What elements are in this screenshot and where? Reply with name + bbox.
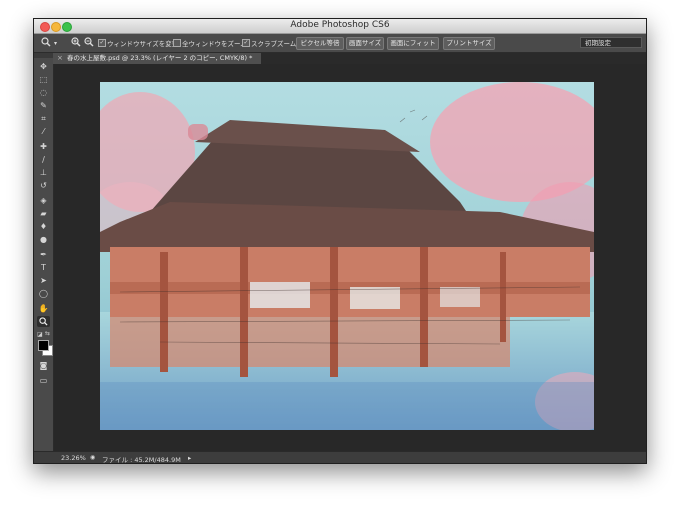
brush-icon[interactable]: ∕ [37,154,50,165]
document-tab-bar: × 春の水上屋敷.psd @ 23.3% (レイヤー 2 のコピー, CMYK/… [53,53,646,64]
options-bar: ▾ ✓ ウィンドウサイズを変更 全ウィンドウをズーム ✓ スクラブズーム ピクセ… [34,34,646,53]
tool-preset-chevron-down-icon[interactable]: ▾ [54,40,57,47]
window-title: Adobe Photoshop CS6 [290,20,390,30]
foreground-color-swatch[interactable] [38,340,49,351]
scrubby-zoom-checkbox[interactable]: ✓ [242,39,250,47]
zoom-in-icon[interactable] [71,37,81,50]
default-colors-icon[interactable]: ◪ [37,331,43,338]
document-tab[interactable]: × 春の水上屋敷.psd @ 23.3% (レイヤー 2 のコピー, CMYK/… [53,53,261,64]
zoom-all-checkbox[interactable] [173,39,181,47]
stamp-icon[interactable]: ⊥ [37,167,50,178]
file-info: ファイル : 45.2M/484.9M [102,456,181,464]
print-size-button[interactable]: プリントサイズ [443,37,495,50]
healing-icon[interactable]: ✚ [37,141,50,152]
lasso-icon[interactable]: ◌ [37,87,50,98]
workspace-switcher[interactable]: 初期設定 [580,37,642,48]
fit-screen-button[interactable]: 画面サイズ [346,37,384,50]
hand-icon[interactable]: ✋ [37,303,50,314]
blur-icon[interactable]: ♦ [37,221,50,232]
canvas-area[interactable] [54,64,646,451]
pen-icon[interactable]: ✒ [37,249,50,260]
tools-panel-grip[interactable] [34,53,53,58]
history-brush-icon[interactable]: ↺ [37,180,50,191]
move-icon[interactable]: ✥ [37,61,50,72]
eyedropper-icon[interactable]: ⁄ [37,126,50,137]
fill-screen-button[interactable]: 画面にフィット [387,37,439,50]
gradient-icon[interactable]: ▰ [37,208,50,219]
quick-select-icon[interactable]: ✎ [37,100,50,111]
zoom-out-icon[interactable] [84,37,94,50]
type-icon[interactable]: T [37,262,50,273]
path-select-icon[interactable]: ➤ [37,275,50,286]
dodge-icon[interactable]: ● [37,234,50,245]
title-bar: Adobe Photoshop CS6 [34,19,646,34]
swap-colors-icon[interactable]: ⇆ [45,330,50,337]
document-tab-title: 春の水上屋敷.psd @ 23.3% (レイヤー 2 のコピー, CMYK/8)… [67,54,253,62]
zoom-level[interactable]: 23.26% [61,454,86,462]
crop-icon[interactable]: ⌗ [37,113,50,124]
status-bar: 23.26% ◉ ファイル : 45.2M/484.9M ▸ [34,451,646,464]
status-info-icon[interactable]: ◉ [90,454,95,461]
scrubby-zoom-label: スクラブズーム [251,40,297,48]
photoshop-window: Adobe Photoshop CS6 ▾ ✓ ウィンドウサイズを変更 全ウィン… [33,18,647,464]
painting-image [100,82,594,430]
zoom-icon[interactable] [41,37,51,50]
shape-icon[interactable]: ◯ [37,288,50,299]
resize-windows-checkbox[interactable]: ✓ [98,39,106,47]
close-tab-icon[interactable]: × [57,53,63,64]
quick-mask-icon[interactable]: ◙ [37,360,50,371]
screen-mode-icon[interactable]: ▭ [37,375,50,386]
tools-panel: ✥ ⬚ ◌ ✎ ⌗ ⁄ ✚ ∕ ⊥ ↺ ◈ ▰ ♦ ● ✒ T ➤ ◯ ✋ ◪ … [34,53,54,451]
actual-pixels-button[interactable]: ピクセル等倍 [296,37,344,50]
painting-canvas[interactable] [100,82,594,430]
eraser-icon[interactable]: ◈ [37,195,50,206]
zoom-all-label: 全ウィンドウをズーム [182,40,247,48]
zoom-tool-icon[interactable] [37,316,50,327]
status-menu-arrow[interactable]: ▸ [188,454,191,462]
marquee-icon[interactable]: ⬚ [37,74,50,85]
resize-windows-label: ウィンドウサイズを変更 [107,40,179,48]
